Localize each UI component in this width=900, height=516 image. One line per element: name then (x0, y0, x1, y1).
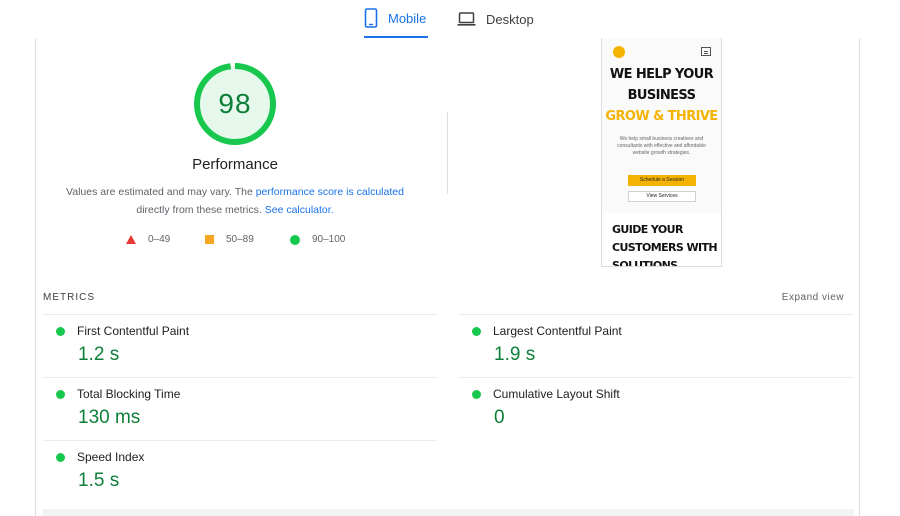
tab-desktop[interactable]: Desktop (457, 0, 547, 38)
headline-highlight: GROW & THRIVE (605, 108, 718, 125)
tab-mobile-label: Mobile (388, 10, 427, 26)
metric-first-contentful-paint: First Contentful Paint 1.2 s (43, 314, 437, 377)
desc-prefix: Values are estimated and may vary. The (66, 186, 256, 198)
metric-name: Speed Index (77, 450, 145, 464)
metric-name: Cumulative Layout Shift (493, 387, 620, 401)
legend-label: 50–89 (226, 234, 254, 245)
pass-circle-icon (56, 327, 65, 336)
tab-desktop-label: Desktop (486, 11, 534, 27)
screenshot-primary-button: Schedule a Session (628, 175, 696, 186)
metric-name: First Contentful Paint (77, 324, 190, 338)
laptop-icon (457, 12, 476, 26)
legend-label: 90–100 (312, 234, 346, 245)
section-heading-line: CUSTOMERS WITH (612, 241, 718, 254)
headline-line: BUSINESS (627, 87, 696, 104)
screenshot-secondary-button: View Services (628, 191, 696, 202)
screenshot-subtext: We help small business creatives and con… (617, 136, 706, 156)
metric-value: 1.2 s (78, 344, 120, 365)
metric-value: 0 (494, 407, 505, 428)
performance-description: Values are estimated and may vary. The p… (50, 183, 420, 219)
metric-cumulative-layout-shift: Cumulative Layout Shift 0 (459, 377, 853, 440)
screenshot-hero: WE HELP YOUR BUSINESS GROW & THRIVE We h… (602, 38, 721, 213)
metric-speed-index: Speed Index 1.5 s (43, 440, 437, 503)
metric-total-blocking-time: Total Blocking Time 130 ms (43, 377, 437, 440)
page-screenshot-thumbnail: WE HELP YOUR BUSINESS GROW & THRIVE We h… (601, 38, 722, 267)
site-logo-icon (613, 46, 625, 58)
pass-circle-icon (56, 453, 65, 462)
hamburger-menu-icon (701, 47, 711, 56)
metrics-heading: METRICS (43, 292, 95, 303)
pass-circle-icon (290, 234, 300, 245)
metric-name: Largest Contentful Paint (493, 324, 622, 338)
pass-circle-icon (472, 390, 481, 399)
desc-middle: directly from these metrics. (136, 204, 265, 216)
pass-circle-icon (472, 327, 481, 336)
score-legend: 0–49 50–89 90–100 (36, 234, 436, 248)
tab-mobile[interactable]: Mobile (364, 0, 428, 38)
performance-score: 98 (218, 88, 252, 119)
metric-value: 1.9 s (494, 344, 536, 365)
pass-circle-icon (56, 390, 65, 399)
device-tabs: Mobile Desktop (0, 0, 900, 38)
metric-value: 1.5 s (78, 470, 120, 491)
see-calculator-link[interactable]: See calculator. (265, 204, 334, 216)
legend-item-fail: 0–49 (126, 234, 170, 245)
vertical-divider (447, 112, 448, 194)
legend-item-average: 50–89 (205, 234, 254, 245)
screenshot-headline: WE HELP YOUR BUSINESS GROW & THRIVE (602, 65, 721, 128)
section-heading-line: GUIDE YOUR (612, 223, 683, 236)
section-heading-line: SOLUTIONS (612, 259, 678, 267)
metric-name: Total Blocking Time (77, 387, 181, 401)
smartphone-icon (364, 8, 378, 28)
headline-line: WE HELP YOUR (609, 66, 714, 83)
average-square-icon (205, 235, 214, 244)
score-calculation-link[interactable]: performance score is calculated (256, 186, 404, 198)
expand-view-button[interactable]: Expand view (782, 292, 844, 303)
pagespeed-report: Mobile Desktop 98 Performance Values are… (0, 0, 900, 516)
metric-value: 130 ms (78, 407, 141, 428)
fail-triangle-icon (126, 235, 136, 244)
bottom-section-bar (43, 509, 854, 516)
performance-title: Performance (192, 156, 278, 173)
metric-largest-contentful-paint: Largest Contentful Paint 1.9 s (459, 314, 853, 377)
screenshot-section-heading: GUIDE YOUR CUSTOMERS WITH SOLUTIONS (612, 221, 720, 267)
legend-label: 0–49 (148, 234, 171, 245)
report-card: 98 Performance Values are estimated and … (35, 38, 860, 516)
legend-item-pass: 90–100 (290, 234, 345, 245)
